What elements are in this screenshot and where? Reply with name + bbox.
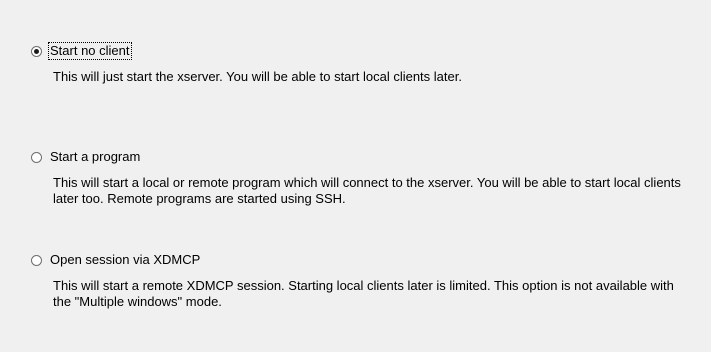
option-description: This will start a remote XDMCP session. … [53,278,674,309]
option-start-a-program: Start a program This will start a local … [31,148,691,207]
option-open-session-xdmcp: Open session via XDMCP This will start a… [31,251,691,310]
radio-open-session-xdmcp[interactable]: Open session via XDMCP [31,251,691,269]
radio-start-no-client[interactable]: Start no client [31,42,691,60]
option-description: This will just start the xserver. You wi… [53,69,462,84]
radio-start-a-program[interactable]: Start a program [31,148,691,166]
option-label[interactable]: Start a program [49,149,141,165]
radio-unchecked-icon[interactable] [31,254,42,266]
radio-checked-icon[interactable] [31,45,42,57]
option-label[interactable]: Start no client [48,42,132,60]
option-description: This will start a local or remote progra… [53,175,681,206]
client-startup-panel: Start no client This will just start the… [0,0,711,352]
radio-unchecked-icon[interactable] [31,151,42,163]
option-label[interactable]: Open session via XDMCP [49,252,201,268]
option-start-no-client: Start no client This will just start the… [31,42,691,85]
